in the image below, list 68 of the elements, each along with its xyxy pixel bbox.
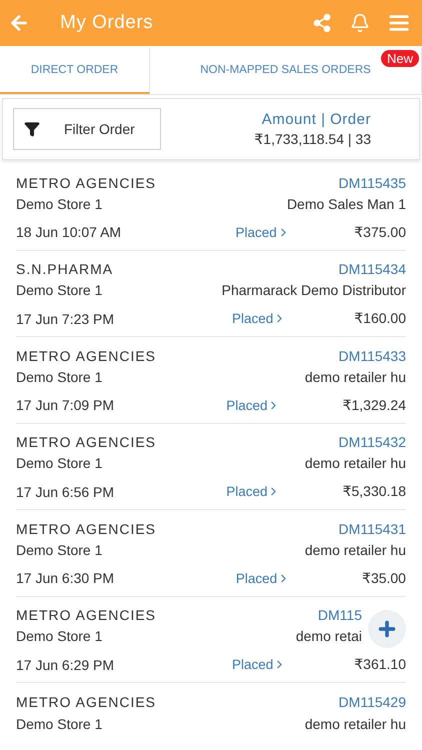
- store-name: Demo Store 1: [16, 542, 102, 558]
- order-time: 17 Jun 6:29 PM: [16, 656, 114, 673]
- customer-name: S.N.PHARMA: [16, 261, 114, 278]
- order-id: DM115429: [338, 694, 406, 710]
- party-name: demo retai: [296, 628, 362, 644]
- order-id: DM115431: [338, 520, 406, 537]
- store-name: Demo Store 1: [16, 282, 102, 298]
- order-row[interactable]: METRO AGENCIES DM115435 Demo Store 1 Demo Sales Man 1 18 Jun 10:07 AM Placed ₹375.00: [16, 164, 406, 250]
- order-row[interactable]: METRO AGENCIES DM115431 Demo Store 1 demo retailer hu 17 Jun 6:30 PM Placed ₹35.00: [16, 510, 406, 596]
- status-link[interactable]: Placed: [226, 484, 280, 500]
- order-id: DM115434: [338, 261, 406, 278]
- store-name: Demo Store 1: [16, 455, 102, 472]
- order-time: 17 Jun 6:56 PM: [16, 484, 114, 500]
- party-name: demo retailer hu: [304, 455, 406, 472]
- customer-name: METRO AGENCIES: [16, 607, 156, 624]
- order-amount: ₹5,330.18: [342, 483, 406, 500]
- order-row[interactable]: METRO AGENCIES DM115429 Demo Store 1 demo retailer hu: [16, 683, 406, 750]
- order-time: 17 Jun 6:30 PM: [16, 570, 114, 586]
- customer-name: METRO AGENCIES: [16, 174, 156, 191]
- party-name: demo retailer hu: [304, 542, 406, 558]
- order-id: DM115433: [338, 348, 406, 364]
- store-name: Demo Store 1: [16, 368, 102, 385]
- bell-icon: [350, 13, 370, 33]
- status-link[interactable]: Placed: [236, 570, 290, 586]
- share-button[interactable]: [312, 13, 332, 33]
- summary-heading: Amount | Order: [262, 110, 371, 128]
- filter-icon: [24, 121, 40, 137]
- back-button[interactable]: [8, 12, 30, 34]
- add-button[interactable]: [368, 610, 406, 648]
- order-amount: ₹160.00: [354, 310, 406, 328]
- store-name: Demo Store 1: [16, 628, 102, 644]
- order-time: 18 Jun 10:07 AM: [16, 224, 122, 240]
- customer-name: METRO AGENCIES: [16, 520, 156, 537]
- customer-name: METRO AGENCIES: [16, 434, 156, 450]
- tab[interactable]: DIRECT ORDER: [0, 48, 150, 94]
- order-amount: ₹375.00: [354, 224, 406, 241]
- order-amount: ₹361.10: [354, 656, 406, 674]
- party-name: demo retailer hu: [304, 716, 406, 732]
- customer-name: METRO AGENCIES: [16, 348, 156, 364]
- order-time: 17 Jun 7:23 PM: [16, 310, 114, 327]
- filter-button[interactable]: Filter Order: [13, 108, 161, 150]
- status-link[interactable]: Placed: [232, 657, 286, 672]
- share-icon: [312, 13, 332, 33]
- store-name: Demo Store 1: [16, 196, 102, 212]
- plus-icon: [376, 618, 398, 640]
- summary-value: ₹1,733,118.54 | 33: [254, 130, 371, 148]
- party-name: Demo Sales Man 1: [286, 196, 406, 212]
- party-name: demo retailer hu: [304, 368, 406, 385]
- store-name: Demo Store 1: [16, 716, 102, 732]
- order-row[interactable]: S.N.PHARMA DM115434 Demo Store 1 Pharmarack Demo Distributor 17 Jun 7:23 PM Placed ₹160.00: [16, 250, 406, 337]
- status-link[interactable]: Placed: [232, 311, 286, 326]
- party-name: Pharmarack Demo Distributor: [222, 282, 406, 298]
- status-link[interactable]: Placed: [236, 224, 290, 240]
- order-time: 17 Jun 7:09 PM: [16, 397, 114, 414]
- customer-name: METRO AGENCIES: [16, 694, 156, 710]
- new-badge: New: [380, 50, 419, 67]
- menu-button[interactable]: [388, 12, 410, 34]
- order-id: DM115432: [338, 434, 406, 450]
- order-amount: ₹35.00: [362, 570, 406, 587]
- order-id: DM115: [318, 607, 362, 624]
- notification-button[interactable]: [350, 13, 370, 33]
- page-title: My Orders: [60, 12, 154, 34]
- order-id: DM115435: [338, 174, 406, 191]
- order-row[interactable]: METRO AGENCIES DM115433 Demo Store 1 demo retailer hu 17 Jun 7:09 PM Placed ₹1,329.24: [16, 337, 406, 424]
- menu-icon: [388, 12, 410, 34]
- order-row[interactable]: METRO AGENCIES DM115432 Demo Store 1 demo retailer hu 17 Jun 6:56 PM Placed ₹5,330.18: [16, 424, 406, 510]
- order-amount: ₹1,329.24: [342, 396, 406, 414]
- status-link[interactable]: Placed: [226, 398, 280, 413]
